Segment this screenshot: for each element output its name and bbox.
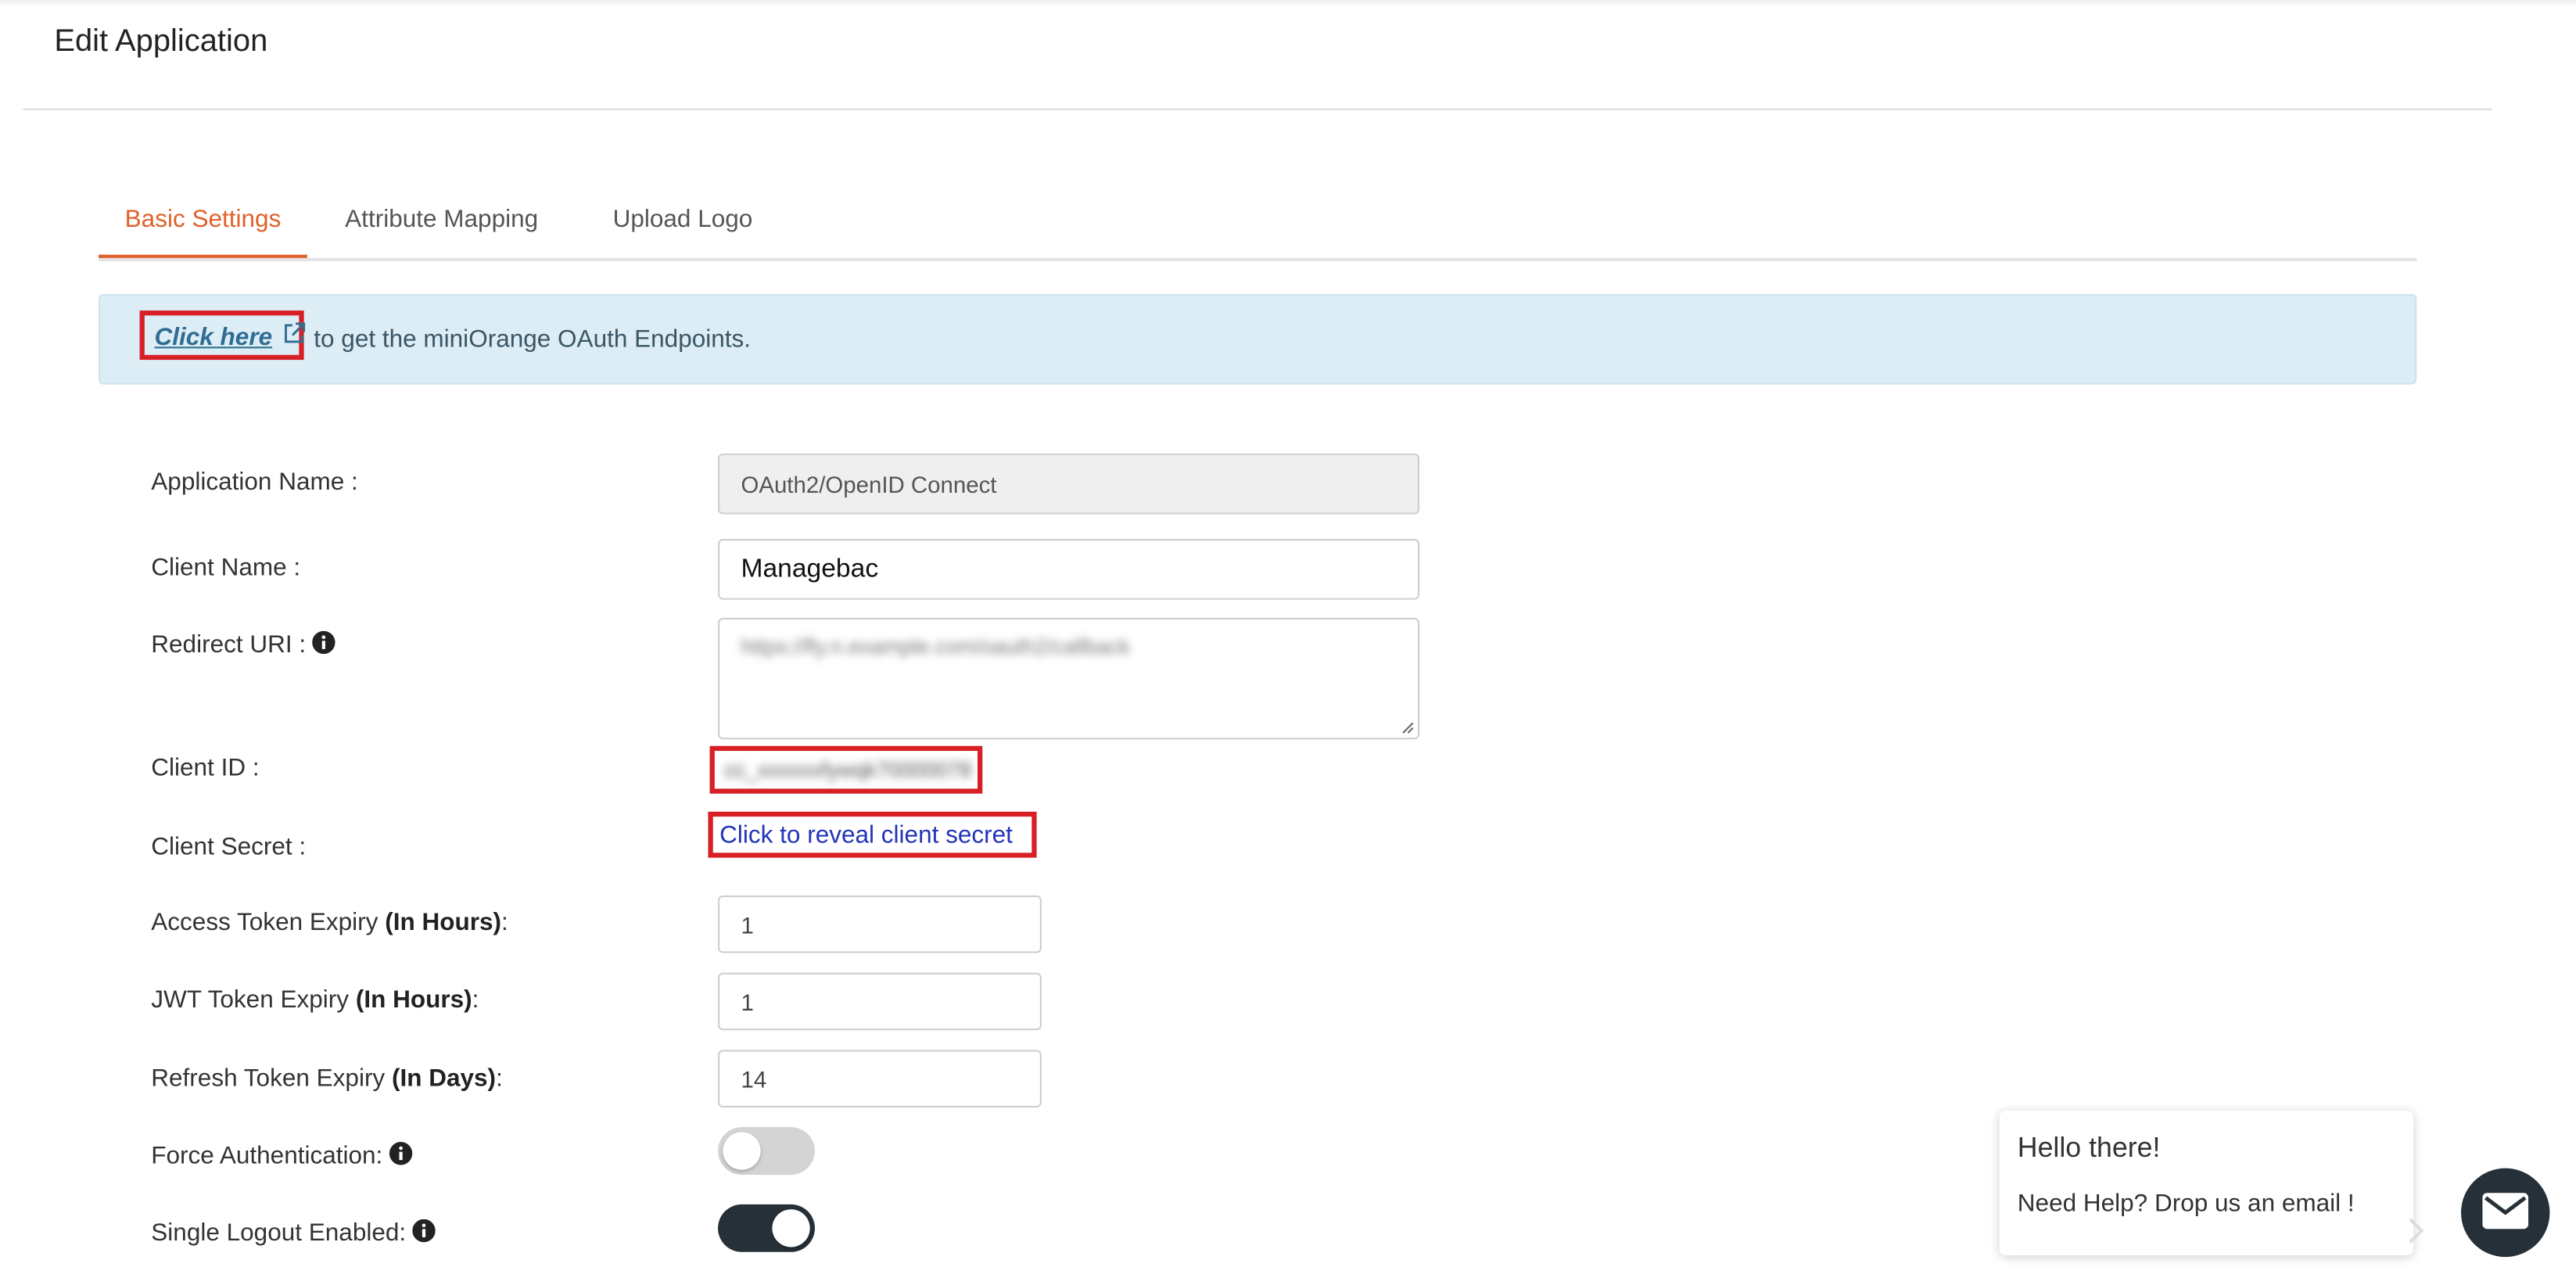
mail-icon [2482, 1193, 2529, 1230]
access-token-expiry-input[interactable]: 1 [718, 895, 1042, 953]
refresh-token-expiry-input[interactable]: 14 [718, 1050, 1042, 1107]
toggle-knob [772, 1209, 810, 1247]
chat-email-button[interactable] [2460, 1168, 2550, 1258]
app-root: Edit Application Basic Settings Attribut… [0, 0, 2576, 1278]
top-shadow [0, 0, 2576, 7]
application-name-field: OAuth2/OpenID Connect [718, 453, 1420, 515]
refresh-token-expiry-colon: : [496, 1064, 503, 1093]
tab-attribute-mapping[interactable]: Attribute Mapping [319, 187, 565, 254]
redirect-uri-value: https://fly.n.example.com/oauth2/callbac… [741, 634, 1130, 659]
info-icon[interactable] [389, 1142, 413, 1165]
reveal-client-secret-link[interactable]: Click to reveal client secret [719, 821, 1013, 849]
chat-greeting: Hello there! [2017, 1132, 2161, 1164]
resize-grip-icon[interactable] [1401, 721, 1415, 734]
force-authentication-label: Force Authentication: [151, 1142, 413, 1170]
tab-basic-settings[interactable]: Basic Settings [99, 187, 307, 258]
tab-upload-logo[interactable]: Upload Logo [587, 187, 779, 254]
refresh-token-expiry-label-text: Refresh Token Expiry [151, 1064, 386, 1093]
access-token-expiry-label: Access Token Expiry (In Hours): [151, 909, 508, 937]
client-secret-label: Client Secret : [151, 833, 307, 861]
redirect-uri-textarea[interactable]: https://fly.n.example.com/oauth2/callbac… [718, 617, 1420, 740]
info-icon[interactable] [412, 1219, 436, 1243]
jwt-token-expiry-label: JWT Token Expiry (In Hours): [151, 985, 479, 1014]
chat-bubble[interactable]: Hello there! Need Help? Drop us an email… [1999, 1111, 2414, 1256]
force-authentication-toggle[interactable] [718, 1127, 815, 1176]
chat-message: Need Help? Drop us an email ! [2017, 1189, 2355, 1218]
client-id-value: cc_xxxxxxfywqk70000078 [724, 757, 972, 782]
single-logout-label-text: Single Logout Enabled: [151, 1219, 407, 1247]
client-id-label: Client ID : [151, 754, 260, 782]
jwt-token-expiry-input[interactable]: 1 [718, 972, 1042, 1031]
client-id-highlight: cc_xxxxxxfywqk70000078 [709, 745, 983, 794]
client-secret-highlight: Click to reveal client secret [708, 811, 1037, 858]
external-link-icon[interactable] [282, 322, 306, 345]
jwt-token-expiry-unit: (In Hours) [355, 985, 472, 1014]
refresh-token-expiry-label: Refresh Token Expiry (In Days): [151, 1064, 503, 1093]
title-divider [23, 108, 2492, 110]
alert-text: to get the miniOrange OAuth Endpoints. [314, 325, 752, 354]
access-token-expiry-label-text: Access Token Expiry [151, 908, 379, 937]
application-name-label: Application Name : [151, 468, 358, 497]
click-here-label[interactable]: Click here [154, 324, 272, 352]
redirect-uri-label-text: Redirect URI : [151, 630, 307, 659]
force-authentication-label-text: Force Authentication: [151, 1142, 383, 1170]
redirect-uri-label: Redirect URI : [151, 630, 335, 659]
client-name-input[interactable]: Managebac [718, 539, 1420, 600]
single-logout-label: Single Logout Enabled: [151, 1219, 436, 1247]
click-here-link[interactable]: Click here [154, 324, 272, 352]
tab-bar: Basic Settings Attribute Mapping Upload … [99, 187, 2417, 262]
info-icon[interactable] [312, 630, 335, 655]
client-name-label: Client Name : [151, 553, 301, 582]
toggle-knob [723, 1132, 761, 1170]
single-logout-toggle[interactable] [718, 1204, 815, 1252]
jwt-token-expiry-label-text: JWT Token Expiry [151, 985, 350, 1014]
jwt-token-expiry-colon: : [472, 985, 479, 1014]
access-token-expiry-colon: : [501, 908, 508, 937]
click-here-highlight: Click here [139, 311, 306, 361]
page-title: Edit Application [54, 24, 268, 59]
chevron-right-icon [2409, 1218, 2424, 1244]
access-token-expiry-unit: (In Hours) [385, 908, 502, 937]
refresh-token-expiry-unit: (In Days) [391, 1064, 497, 1093]
